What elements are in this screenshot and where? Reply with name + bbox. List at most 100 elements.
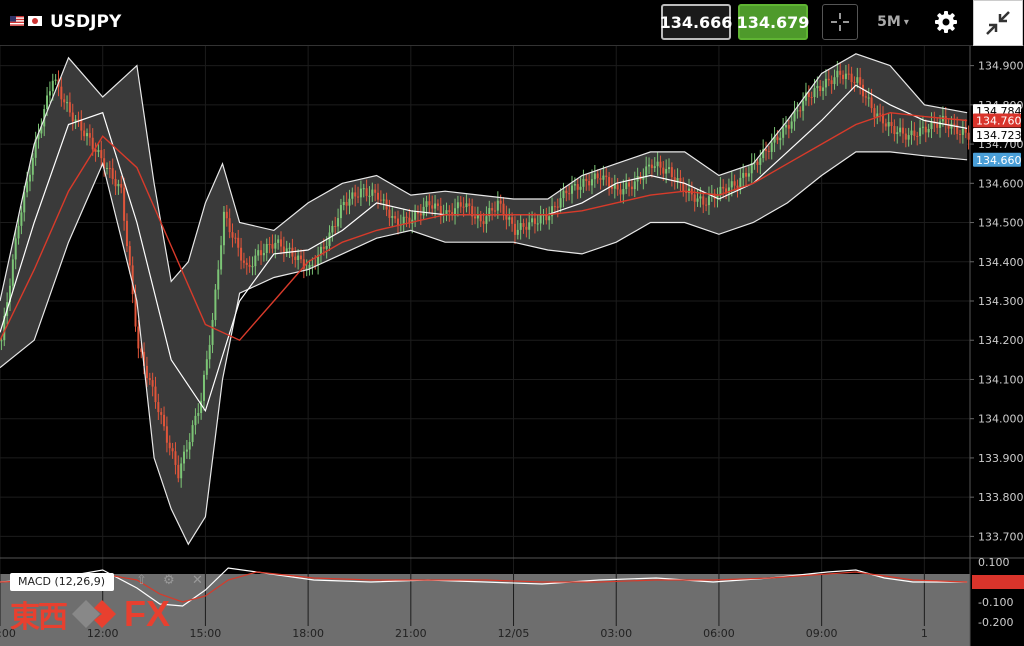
candle-body [117,183,120,187]
candle-body [576,184,579,190]
candle-body [371,189,374,196]
toolbar: USDJPY 134.666 134.679 5M ▾ [0,0,1024,46]
candle-body [602,175,605,180]
candle-body [619,189,622,195]
candle-body [668,167,671,170]
price-tick-label: 133.800 [978,491,1024,504]
candle-body [342,201,345,206]
candle-body [328,232,331,247]
candle-body [268,244,271,246]
candle-body [790,121,793,129]
candle-body [148,378,151,381]
candle-body [220,245,223,270]
candle-body [151,380,154,387]
candle-body [493,210,496,212]
candle-body [274,242,277,249]
candle-body [177,464,180,479]
candle-body [545,214,548,221]
candle-body [548,216,551,221]
candle-body [31,157,34,175]
candle-body [736,185,739,188]
price-tick-label: 133.900 [978,452,1024,465]
candle-body [767,150,770,152]
logo-diamond-icon [72,600,116,628]
candle-body [157,402,160,413]
chart-area[interactable]: 134.900134.800134.700134.600134.500134.4… [0,46,1024,646]
candle-body [91,137,94,150]
candle-body [396,218,399,225]
candle-body [745,172,748,177]
sell-price-button[interactable]: 134.666 [660,4,732,40]
candle-body [351,192,354,199]
candle-body [873,108,876,118]
candle-body [339,205,342,219]
candle-body [759,158,762,165]
time-tick-label: 18:00 [292,627,324,640]
candle-body [225,211,228,219]
candle-body [456,202,459,209]
candle-body [648,164,651,167]
candle-body [254,255,257,267]
candle-body [707,196,710,206]
crosshair-button[interactable] [822,4,858,40]
move-up-icon[interactable]: ⇧ [136,573,147,588]
time-tick-label: 12/05 [498,627,530,640]
candle-body [827,78,830,81]
candle-body [653,166,656,169]
time-tick-label: 09:00 [806,627,838,640]
buy-price-button[interactable]: 134.679 [737,4,809,40]
candle-body [414,211,417,220]
candle-body [824,78,827,88]
candle-body [802,100,805,111]
price-tick-label: 134.600 [978,177,1024,190]
candle-body [807,92,810,98]
candle-body [859,77,862,85]
candle-body [448,210,451,213]
candle-body [242,260,245,263]
candle-body [693,194,696,202]
candle-body [511,217,514,224]
candle-body [899,127,902,133]
candle-body [936,123,939,128]
candle-body [428,201,431,206]
settings-button[interactable] [926,4,966,40]
candle-body [277,239,280,243]
candle-body [11,259,14,286]
candle-body [185,449,188,452]
price-tick-label: 134.200 [978,334,1024,347]
candle-body [596,173,599,179]
candle-body [862,84,865,97]
close-icon[interactable]: ✕ [192,573,203,588]
candle-body [599,178,602,180]
candle-body [382,199,385,201]
time-tick-label: 06:00 [703,627,735,640]
candle-body [111,168,114,179]
candle-body [556,206,559,208]
time-tick-label: 03:00 [600,627,632,640]
candle-body [251,266,254,268]
candle-body [271,244,274,249]
candle-body [436,203,439,206]
candle-body [120,183,123,188]
collapse-icon [986,11,1010,35]
candle-body [910,130,913,136]
candle-body [864,96,867,98]
indicator-gear-icon[interactable]: ⚙ [163,573,175,588]
candle-body [622,189,625,195]
candle-body [628,182,631,187]
collapse-button[interactable] [973,0,1023,46]
candle-body [516,229,519,235]
price-tick-label: 133.700 [978,530,1024,543]
candle-body [890,122,893,127]
time-tick-label: 1 [921,627,928,640]
candle-body [531,218,534,223]
timeframe-select[interactable]: 5M ▾ [868,4,918,40]
candle-body [887,122,890,127]
symbol-title[interactable]: USDJPY [50,12,121,32]
candle-body [445,210,448,215]
candle-body [174,451,177,465]
candle-body [485,216,488,224]
candle-body [924,126,927,133]
macd-indicator-label[interactable]: MACD (12,26,9) [10,573,114,591]
price-chart[interactable]: 134.900134.800134.700134.600134.500134.4… [0,46,1024,646]
